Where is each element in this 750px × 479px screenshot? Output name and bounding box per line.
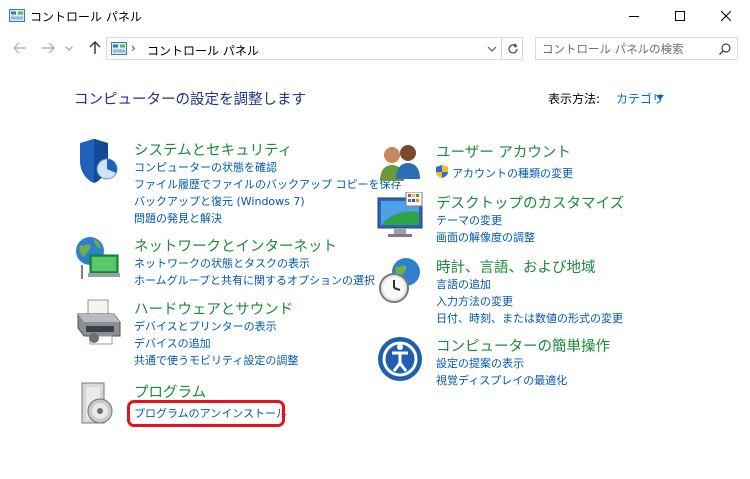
search-icon[interactable] [718, 42, 732, 56]
close-button[interactable] [703, 0, 749, 31]
link-backup-restore-windows7[interactable]: バックアップと復元 (Windows 7) [134, 193, 305, 209]
link-troubleshoot[interactable]: 問題の発見と解決 [134, 210, 222, 226]
link-change-theme[interactable]: テーマの変更 [436, 212, 502, 228]
link-mobility-settings[interactable]: 共通で使うモビリティ設定の調整 [134, 352, 298, 368]
maximize-button[interactable] [657, 0, 703, 31]
close-icon [721, 10, 731, 21]
arrow-up-icon [89, 41, 101, 54]
printer-icon[interactable] [74, 298, 122, 346]
back-button[interactable] [11, 39, 29, 57]
up-button[interactable] [86, 39, 104, 57]
link-change-date-format[interactable]: 日付、時刻、または数値の形式の変更 [436, 310, 623, 326]
category-title-system-security[interactable]: システムとセキュリティ [134, 139, 292, 160]
program-disc-icon[interactable] [74, 381, 122, 429]
breadcrumb-separator-icon[interactable]: › [239, 41, 244, 55]
category-title-hardware-sound[interactable]: ハードウェアとサウンド [134, 298, 293, 319]
uac-shield-icon [436, 165, 448, 178]
category-title-appearance[interactable]: デスクトップのカスタマイズ [436, 192, 624, 213]
users-icon[interactable] [376, 141, 424, 189]
maximize-icon [675, 10, 685, 21]
link-homegroup-sharing-options[interactable]: ホームグループと共有に関するオプションの選択 [134, 272, 375, 288]
refresh-icon [507, 42, 518, 53]
category-title-programs[interactable]: プログラム [134, 381, 206, 402]
category-system-security: システムとセキュリティ コンピューターの状態を確認 ファイル履歴でファイルのバッ… [74, 139, 402, 229]
address-toolbar: › コントロール パネル › [0, 31, 750, 65]
category-clock-language-region: 時計、言語、および地域 言語の追加 入力方法の変更 日付、時刻、または数値の形式… [376, 256, 696, 328]
category-network-internet: ネットワークとインターネット ネットワークの状態とタスクの表示 ホームグループと… [74, 235, 375, 291]
control-panel-icon [9, 9, 25, 22]
minimize-button[interactable] [611, 0, 657, 31]
link-change-account-type[interactable]: アカウントの種類の変更 [452, 165, 573, 181]
link-devices-printers[interactable]: デバイスとプリンターの表示 [134, 318, 277, 334]
link-change-input-method[interactable]: 入力方法の変更 [436, 293, 513, 309]
category-user-accounts: ユーザー アカウント アカウントの種類の変更 [376, 141, 676, 183]
link-check-computer-status[interactable]: コンピューターの状態を確認 [134, 159, 277, 175]
breadcrumb-separator-icon[interactable]: › [131, 41, 136, 55]
category-ease-of-access: コンピューターの簡単操作 設定の提案の表示 視覚ディスプレイの最適化 [376, 335, 676, 391]
search-input[interactable] [542, 41, 712, 57]
view-by-label: 表示方法: [548, 92, 601, 106]
globe-network-icon[interactable] [74, 235, 122, 283]
link-file-history-backup[interactable]: ファイル履歴でファイルのバックアップ コピーを保存 [134, 176, 402, 192]
desktop-monitor-icon[interactable] [376, 192, 424, 240]
category-hardware-sound: ハードウェアとサウンド デバイスとプリンターの表示 デバイスの追加 共通で使うモ… [74, 298, 374, 370]
arrow-right-icon [42, 42, 55, 54]
window-title: コントロール パネル [30, 10, 142, 24]
chevron-down-icon[interactable] [485, 42, 499, 56]
category-title-clock-language-region[interactable]: 時計、言語、および地域 [436, 256, 596, 277]
control-panel-icon [111, 42, 127, 55]
link-adjust-resolution[interactable]: 画面の解像度の調整 [436, 229, 535, 245]
arrow-left-icon [13, 42, 26, 54]
category-title-ease-of-access[interactable]: コンピューターの簡単操作 [436, 335, 610, 356]
link-optimize-visual-display[interactable]: 視覚ディスプレイの最適化 [436, 372, 567, 388]
highlight-box [127, 400, 285, 427]
ease-of-access-icon[interactable] [376, 335, 424, 383]
recent-locations-button[interactable] [63, 39, 75, 57]
caret-down-icon[interactable] [656, 95, 664, 100]
search-box[interactable] [535, 37, 738, 60]
link-network-status-tasks[interactable]: ネットワークの状態とタスクの表示 [134, 255, 310, 271]
forward-button[interactable] [39, 39, 57, 57]
link-add-language[interactable]: 言語の追加 [436, 276, 491, 292]
address-bar[interactable]: › コントロール パネル › [106, 37, 502, 60]
chevron-down-icon [65, 45, 73, 51]
category-appearance: デスクトップのカスタマイズ テーマの変更 画面の解像度の調整 [376, 192, 676, 248]
title-bar: コントロール パネル [0, 0, 750, 31]
refresh-button[interactable] [503, 37, 523, 60]
shield-icon[interactable] [74, 139, 122, 187]
page-title: コンピューターの設定を調整します [74, 92, 306, 108]
category-title-network-internet[interactable]: ネットワークとインターネット [134, 235, 337, 256]
clock-globe-icon[interactable] [376, 256, 424, 304]
minimize-icon [629, 15, 639, 17]
link-add-device[interactable]: デバイスの追加 [134, 335, 211, 351]
link-suggested-settings[interactable]: 設定の提案の表示 [436, 355, 524, 371]
category-title-user-accounts[interactable]: ユーザー アカウント [436, 141, 571, 162]
